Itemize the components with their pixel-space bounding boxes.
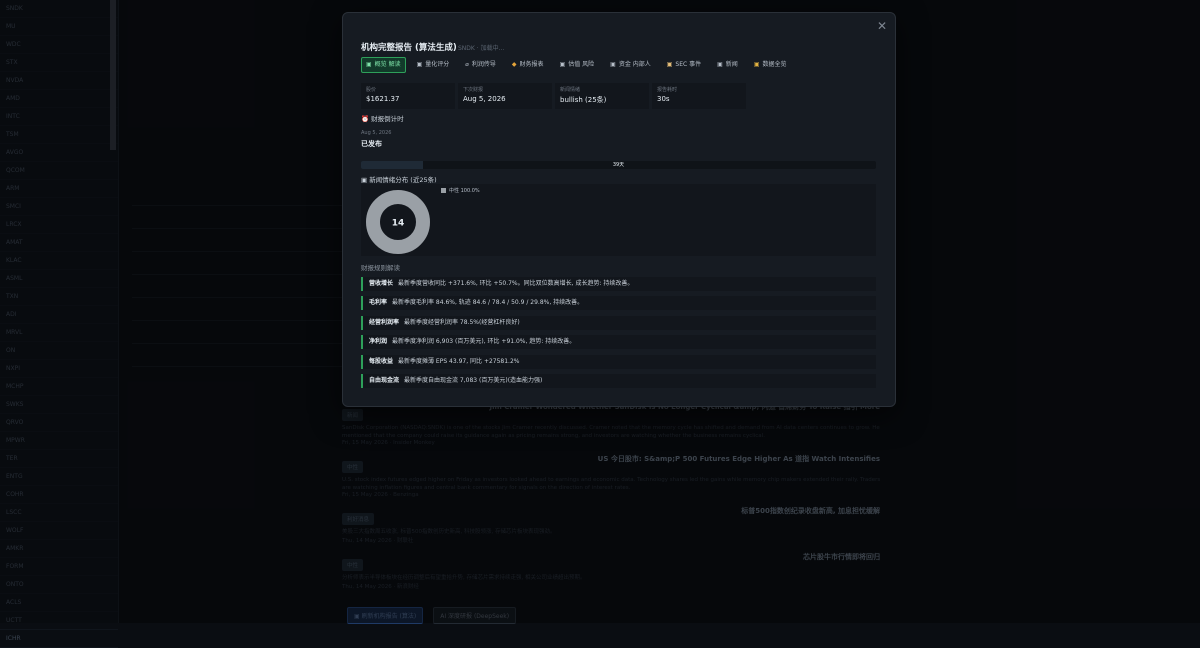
sentiment-chart-box: 14 中性 100.0% xyxy=(361,184,876,256)
interp-text: 最新季度自由现金流 7,083 (百万美元)(造血能力强) xyxy=(404,376,543,384)
tab-financials[interactable]: ◆ 财务报表 xyxy=(507,57,549,73)
donut-legend: 中性 100.0% xyxy=(441,187,480,194)
interp-text: 最新季度营收同比 +371.6%, 环比 +50.7%。同比双位数高增长, 成长… xyxy=(398,280,634,287)
tab-sec-events[interactable]: ▣ SEC 事件 xyxy=(662,57,706,73)
tab-data-overview[interactable]: ▣ 数据全览 xyxy=(749,57,792,73)
newspaper-icon: ▣ xyxy=(361,176,368,184)
bank-icon: ▣ xyxy=(610,61,616,68)
countdown-days-label: 39天 xyxy=(612,162,625,168)
interp-text: 最新季度摊薄 EPS 43.97, 同比 +27581.2% xyxy=(398,357,520,365)
interp-key: 毛利率 xyxy=(369,299,388,307)
sentiment-title: ▣ 新闻情绪分布 (近25条) xyxy=(361,174,437,184)
earnings-status: 已发布 xyxy=(361,140,382,148)
modal-subtitle: SNDK · 加载中... xyxy=(458,45,505,52)
summary-stats: 股价 $1621.37 下次财报 Aug 5, 2026 新闻情绪 bullish (… xyxy=(361,83,746,109)
tab-label: 新闻 xyxy=(725,61,738,68)
interp-text: 最新季度经营利润率 78.5%(经营杠杆良好) xyxy=(404,318,520,326)
report-tabs: ▣ 概览 解读 ▣ 量化评分 ⌀ 利润传导 ◆ 财务报表 ▣ 估值 风险 ▣ 资金 内部人 … xyxy=(361,57,792,73)
interp-key: 自由现金流 xyxy=(369,376,400,384)
tab-quant-score[interactable]: ▣ 量化评分 xyxy=(412,57,455,73)
tab-label: 概览 解读 xyxy=(374,61,401,68)
earnings-countdown-title: ⏰ 财报倒计时 xyxy=(361,113,404,123)
stat-label: 下次财报 xyxy=(463,87,484,93)
calendar-icon: ▣ xyxy=(559,61,566,68)
alarm-clock-icon: ⏰ xyxy=(361,115,370,123)
section-title-text: 新闻情绪分布 (近25条) xyxy=(369,176,437,184)
legend-name: 中性 xyxy=(449,188,460,194)
stat-report-time: 报告耗时 30s xyxy=(652,83,746,109)
interp-key: 净利润 xyxy=(369,338,388,346)
sentiment-donut-chart: 14 xyxy=(366,190,430,254)
document-icon: ▣ xyxy=(666,61,673,68)
tab-label: 估值 风险 xyxy=(568,61,595,68)
stat-label: 股价 xyxy=(366,87,377,93)
interp-row-net-income: 净利润 最新季度净利润 6,903 (百万美元), 环比 +91.0%, 趋势: … xyxy=(361,335,876,350)
tab-label: 量化评分 xyxy=(425,61,450,68)
fire-icon: ◆ xyxy=(511,61,517,68)
stat-label: 报告耗时 xyxy=(657,87,678,93)
tab-news[interactable]: ▣ 新闻 xyxy=(712,57,743,73)
interp-list: 营收增长 最新季度营收同比 +371.6%, 环比 +50.7%。同比双位数高增长… xyxy=(361,277,876,393)
stat-value: Aug 5, 2026 xyxy=(463,95,506,103)
interp-row-revenue: 营收增长 最新季度营收同比 +371.6%, 环比 +50.7%。同比双位数高增长… xyxy=(361,277,876,291)
interp-row-eps: 每股收益 最新季度摊薄 EPS 43.97, 同比 +27581.2% xyxy=(361,354,876,369)
interp-key: 经营利润率 xyxy=(369,318,400,326)
interp-row-gross-margin: 毛利率 最新季度毛利率 84.6%, 轨迹 84.6 / 78.4 / 50.9 … xyxy=(361,296,876,311)
stat-price: 股价 $1621.37 xyxy=(361,83,455,109)
interp-text: 最新季度毛利率 84.6%, 轨迹 84.6 / 78.4 / 50.9 / 2… xyxy=(392,299,584,307)
watchlist-row[interactable]: ICHR xyxy=(0,630,118,648)
tab-label: SEC 事件 xyxy=(675,61,702,68)
tab-valuation-risk[interactable]: ▣ 估值 风险 xyxy=(555,57,600,73)
report-modal: 机构完整报告 (算法生成) SNDK · 加载中... ✕ ▣ 概览 解读 ▣ 量化… xyxy=(342,12,896,407)
stat-next-earnings: 下次财报 Aug 5, 2026 xyxy=(458,83,552,109)
interp-row-fcf: 自由现金流 最新季度自由现金流 7,083 (百万美元)(造血能力强) xyxy=(361,373,876,388)
newspaper-icon: ▣ xyxy=(717,61,723,68)
folder-icon: ▣ xyxy=(753,61,760,68)
earnings-date: Aug 5, 2026 xyxy=(361,130,392,136)
interp-key: 营收增长 xyxy=(369,280,394,287)
interp-title: 财报规则解读 xyxy=(361,264,400,272)
tab-overview[interactable]: ▣ 概览 解读 xyxy=(361,57,406,73)
tab-label: 利润传导 xyxy=(471,61,496,68)
stat-news-sentiment: 新闻情绪 bullish (25条) xyxy=(555,83,649,109)
tab-funds-insiders[interactable]: ▣ 资金 内部人 xyxy=(605,57,656,73)
countdown-progress-bar: 39天 xyxy=(361,161,876,169)
legend-pct: 100.0% xyxy=(460,188,480,194)
tab-label: 财务报表 xyxy=(519,61,544,68)
stat-value: $1621.37 xyxy=(366,95,400,103)
donut-center-value: 14 xyxy=(392,219,405,229)
interp-row-operating-margin: 经营利润率 最新季度经营利润率 78.5%(经营杠杆良好) xyxy=(361,315,876,330)
close-icon[interactable]: ✕ xyxy=(875,19,889,33)
tab-label: 数据全览 xyxy=(762,61,787,68)
interp-text: 最新季度净利润 6,903 (百万美元), 环比 +91.0%, 趋势: 持续改… xyxy=(392,338,576,346)
tab-profit-flow[interactable]: ⌀ 利润传导 xyxy=(460,57,501,73)
interp-key: 每股收益 xyxy=(369,357,394,365)
stat-value: bullish (25条) xyxy=(560,96,607,104)
overview-icon: ▣ xyxy=(366,61,372,68)
modal-title: 机构完整报告 (算法生成) xyxy=(361,43,457,53)
chart-icon: ▣ xyxy=(416,61,423,68)
tab-label: 资金 内部人 xyxy=(618,61,651,68)
earnings-card: Aug 5, 2026 已发布 xyxy=(361,130,406,154)
stat-value: 30s xyxy=(657,95,670,103)
legend-swatch xyxy=(441,188,446,193)
link-icon: ⌀ xyxy=(465,61,469,68)
section-title-text: 财报倒计时 xyxy=(371,115,404,123)
stat-label: 新闻情绪 xyxy=(560,87,581,93)
